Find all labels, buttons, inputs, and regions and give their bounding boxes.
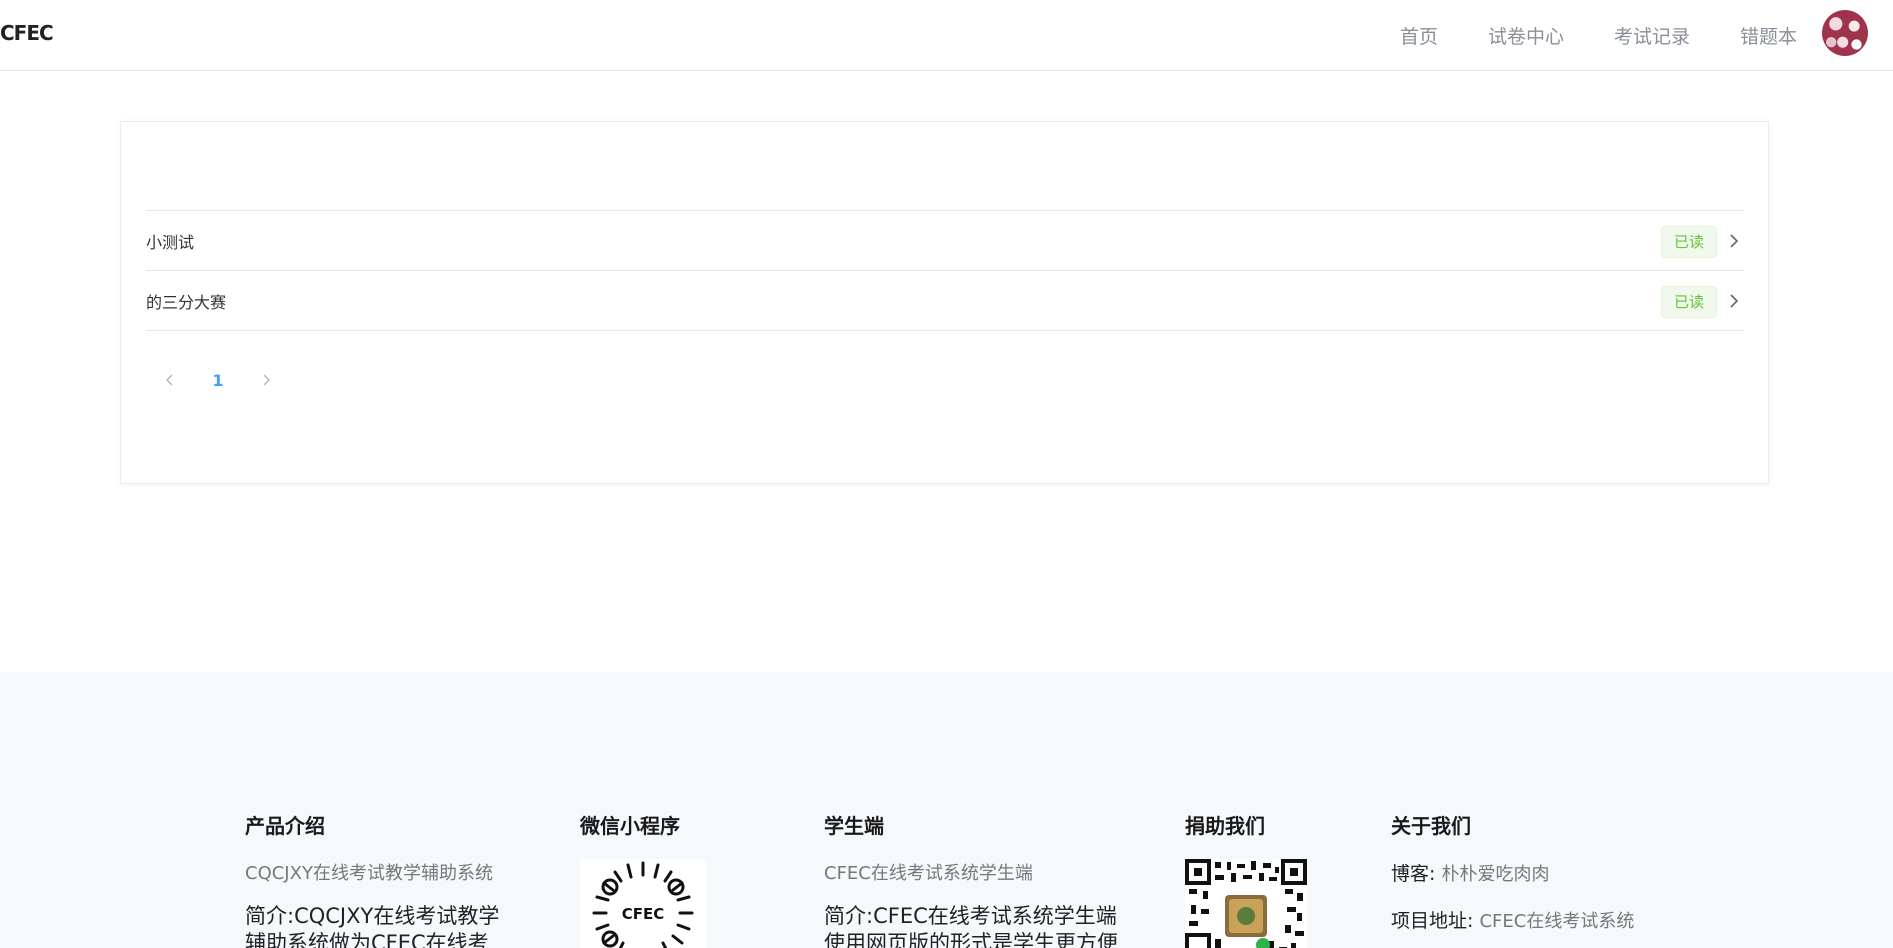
nav-home[interactable]: 首页 xyxy=(1400,22,1438,49)
nav-exam-records[interactable]: 考试记录 xyxy=(1614,22,1690,49)
footer-product-subtitle: CQCJXY在线考试教学辅助系统 xyxy=(245,863,493,884)
project-link[interactable]: CFEC在线考试系统 xyxy=(1479,911,1634,932)
blog-link[interactable]: 朴朴爱吃肉肉 xyxy=(1441,864,1549,885)
blog-label: 博客: xyxy=(1391,863,1436,885)
list-item-title: 的三分大赛 xyxy=(146,292,227,312)
chevron-right-icon xyxy=(263,374,270,386)
message-list: 小测试 已读 的三分大赛 已读 xyxy=(146,210,1744,331)
page-number[interactable]: 1 xyxy=(194,371,242,390)
main-nav: 首页 试卷中心 考试记录 错题本 xyxy=(1350,0,1797,70)
list-item-title: 小测试 xyxy=(146,232,195,252)
miniapp-qr-code: CFEC xyxy=(580,859,706,948)
chevron-left-icon xyxy=(166,374,173,386)
next-page-button[interactable] xyxy=(242,362,290,398)
footer-student-subtitle: CFEC在线考试系统学生端 xyxy=(824,863,1033,884)
cfec-logo[interactable]: CFEC xyxy=(0,20,54,46)
message-card: 小测试 已读 的三分大赛 已读 1 xyxy=(120,121,1769,484)
footer-product: 产品介绍 CQCJXY在线考试教学辅助系统 简介:CQCJXY在线考试教学辅助系… xyxy=(245,810,505,948)
prev-page-button[interactable] xyxy=(146,362,194,398)
footer-about: 关于我们 博客: 朴朴爱吃肉肉 项目地址: CFEC在线考试系统 xyxy=(1391,810,1634,948)
footer-miniapp: 微信小程序 CFEC xyxy=(580,810,706,948)
footer-student-desc: 简介:CFEC在线考试系统学生端使用网页版的形式是学生更方便 xyxy=(824,904,1118,948)
chevron-right-icon xyxy=(1730,234,1739,248)
chevron-right-icon xyxy=(1730,294,1739,308)
footer-project: 项目地址: CFEC在线考试系统 xyxy=(1391,906,1634,933)
footer-product-desc: 简介:CQCJXY在线考试教学辅助系统做为CFEC在线考试 xyxy=(245,904,500,948)
list-item[interactable]: 小测试 已读 xyxy=(146,211,1744,271)
footer-product-title: 产品介绍 xyxy=(245,814,325,838)
qr-logo-text: CFEC xyxy=(622,905,665,923)
footer-miniapp-title: 微信小程序 xyxy=(580,814,680,838)
user-avatar[interactable] xyxy=(1822,10,1868,56)
read-status-badge: 已读 xyxy=(1660,226,1717,258)
list-item[interactable]: 的三分大赛 已读 xyxy=(146,271,1744,331)
nav-paper-center[interactable]: 试卷中心 xyxy=(1488,22,1564,49)
top-header: CFEC 首页 试卷中心 考试记录 错题本 xyxy=(0,0,1893,71)
footer-donate-title: 捐助我们 xyxy=(1185,814,1265,838)
footer-about-title: 关于我们 xyxy=(1391,814,1471,838)
read-status-badge: 已读 xyxy=(1660,286,1717,318)
pagination: 1 xyxy=(146,362,290,398)
nav-wrong-questions[interactable]: 错题本 xyxy=(1740,22,1797,49)
project-label: 项目地址: xyxy=(1391,910,1474,932)
footer-student: 学生端 CFEC在线考试系统学生端 简介:CFEC在线考试系统学生端使用网页版的… xyxy=(824,810,1124,948)
footer-student-title: 学生端 xyxy=(824,814,884,838)
site-footer: 产品介绍 CQCJXY在线考试教学辅助系统 简介:CQCJXY在线考试教学辅助系… xyxy=(0,672,1893,948)
donate-qr-code xyxy=(1185,859,1307,948)
footer-blog: 博客: 朴朴爱吃肉肉 xyxy=(1391,859,1634,886)
footer-donate: 捐助我们 xyxy=(1185,810,1307,948)
